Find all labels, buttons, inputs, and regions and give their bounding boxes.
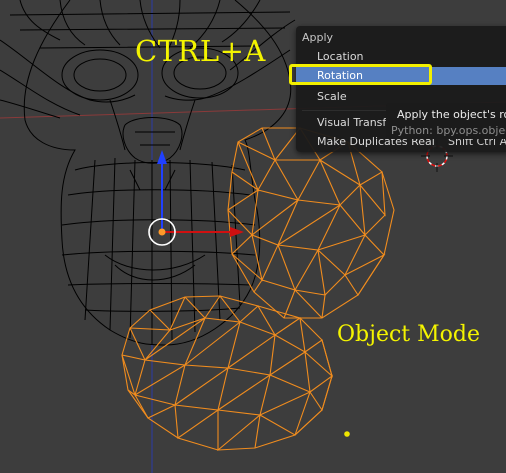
menu-title: Apply xyxy=(302,31,334,44)
lamp-icon[interactable] xyxy=(344,431,350,437)
mode-caption: Object Mode xyxy=(337,322,480,347)
operator-tooltip: Apply the object's rota Python: bpy.ops.… xyxy=(386,103,506,139)
tooltip-description: Apply the object's rota xyxy=(397,108,506,121)
origin-dot-icon xyxy=(158,228,166,236)
menu-item-label: Visual Transfo xyxy=(317,116,394,129)
annotation-highlight-box xyxy=(289,64,432,85)
tooltip-python: Python: bpy.ops.object. xyxy=(391,124,506,137)
shortcut-caption: CTRL+A xyxy=(135,34,266,68)
menu-item-label: Scale xyxy=(317,90,347,103)
